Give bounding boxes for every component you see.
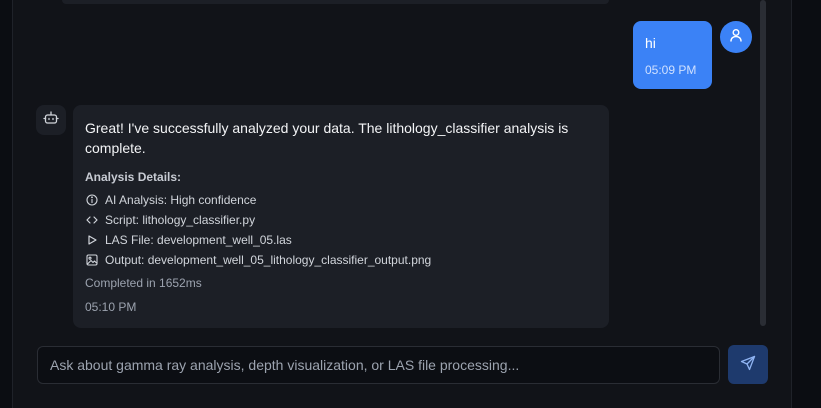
bot-message-time: 05:10 PM xyxy=(85,300,137,314)
detail-text: Output: development_well_05_lithology_cl… xyxy=(105,253,432,267)
detail-text: Script: lithology_classifier.py xyxy=(105,213,256,227)
bot-icon xyxy=(43,110,59,131)
bot-message-bubble: Great! I've successfully analyzed your d… xyxy=(73,105,609,328)
detail-text: AI Analysis: High confidence xyxy=(105,193,257,207)
detail-las-file: LAS File: development_well_05.las xyxy=(85,230,597,250)
user-message-bubble: hi 05:09 PM xyxy=(633,21,712,89)
user-message-text: hi xyxy=(645,35,656,51)
detail-ai-analysis: AI Analysis: High confidence xyxy=(85,190,597,210)
previous-message-bubble xyxy=(62,0,609,4)
send-icon xyxy=(740,355,756,374)
completion-time: Completed in 1652ms xyxy=(85,276,202,290)
analysis-details-list: AI Analysis: High confidence Script: lit… xyxy=(85,190,597,270)
bot-message-text: Great! I've successfully analyzed your d… xyxy=(85,120,569,156)
user-icon xyxy=(728,27,744,48)
user-message-time: 05:09 PM xyxy=(645,63,697,77)
detail-text: LAS File: development_well_05.las xyxy=(105,233,292,247)
detail-output: Output: development_well_05_lithology_cl… xyxy=(85,250,597,270)
info-circle-icon xyxy=(85,193,99,207)
image-icon xyxy=(85,253,99,267)
chat-input[interactable] xyxy=(37,346,720,384)
send-button[interactable] xyxy=(728,345,768,384)
chat-scrollbar[interactable] xyxy=(760,0,766,326)
code-icon xyxy=(85,213,99,227)
user-avatar xyxy=(720,21,752,53)
bot-avatar xyxy=(36,105,66,135)
play-icon xyxy=(85,233,99,247)
detail-script: Script: lithology_classifier.py xyxy=(85,210,597,230)
analysis-details-title: Analysis Details: xyxy=(85,170,182,184)
